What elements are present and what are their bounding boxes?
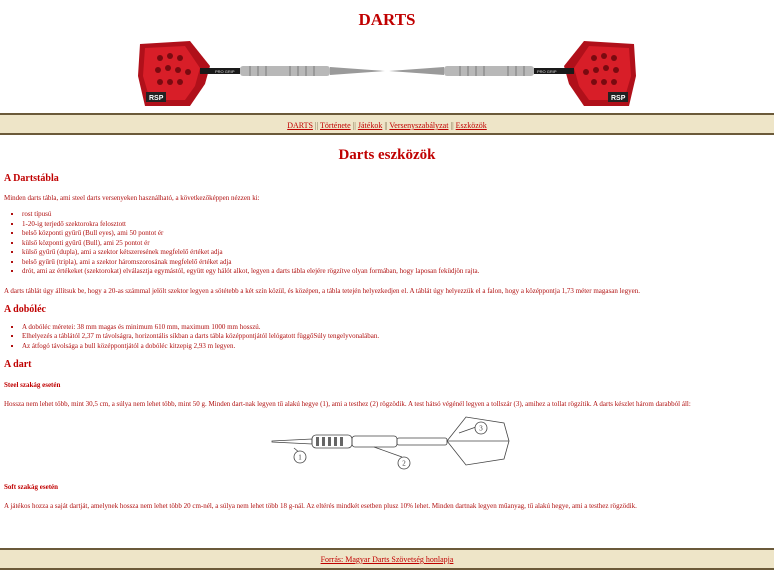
nav-separator: || <box>314 121 319 130</box>
diagram-label-barrel: 2 <box>402 460 406 468</box>
list-item: rost típusú <box>22 210 770 220</box>
site-title: DARTS <box>358 10 416 29</box>
list-item: 1-20-ig terjedő szektorokra felosztott <box>22 220 770 230</box>
left-shaft-brand: PRO GRIP <box>215 69 235 74</box>
oche-heading: A dobóléc <box>4 303 46 315</box>
diagram-label-shaft: 3 <box>479 425 483 433</box>
list-item: belső gyűrű (tripla), ami a szektor háro… <box>22 258 770 268</box>
steel-heading: Steel szakág esetén <box>4 381 61 389</box>
nav-link-darts[interactable]: DARTS <box>287 121 313 130</box>
list-item: külső gyűrű (dupla), ami a szektor kétsz… <box>22 248 770 258</box>
main-nav: DARTS || Története || Játékok || Verseny… <box>0 113 774 135</box>
list-item: belső központi gyűrű (Bull eyes), ami 50… <box>22 229 770 239</box>
footer-source-link[interactable]: Forrás: Magyar Darts Szövetség honlapja <box>321 555 454 564</box>
right-shaft-brand: PRO GRIP <box>537 69 557 74</box>
nav-link-tortenete[interactable]: Története <box>320 121 351 130</box>
board-heading: A Dartstábla <box>4 173 59 184</box>
soft-text: A játékos hozza a saját dartját, amelyne… <box>4 502 637 510</box>
main-content: Darts eszközök A Dartstábla Minden darts… <box>4 145 770 511</box>
list-item: Elhelyezés a táblától 2,37 m távolságra,… <box>22 332 770 342</box>
list-item: drót, ami az értékeket (szektorokat) elv… <box>22 267 770 277</box>
right-dart: RSP PRO GRIP <box>389 41 636 106</box>
nav-link-jatekok[interactable]: Játékok <box>358 121 382 130</box>
dart-heading: A dart <box>4 359 32 370</box>
darts-banner-image: RSP PRO GRIP RSP PRO GRIP <box>138 41 636 106</box>
list-item: Az átfogó távolsága a bull középpontjátó… <box>22 342 770 352</box>
banner: RSP PRO GRIP RSP PRO GRIP <box>0 36 774 114</box>
right-flight-logo: RSP <box>611 95 626 102</box>
nav-separator: || <box>384 121 388 130</box>
nav-separator: || <box>352 121 356 130</box>
page-heading: Darts eszközök <box>338 147 436 163</box>
footer: Forrás: Magyar Darts Szövetség honlapja <box>0 548 774 570</box>
left-flight-logo: RSP <box>149 95 164 102</box>
steel-text: Hossza nem lehet több, mint 30,5 cm, a s… <box>4 400 691 408</box>
left-dart: RSP PRO GRIP <box>138 41 385 106</box>
dart-diagram: 1 2 3 <box>271 416 510 470</box>
board-note: A darts táblát úgy állítsuk be, hogy a 2… <box>4 286 641 295</box>
nav-separator: || <box>450 121 454 130</box>
nav-link-versenyszabalyzat[interactable]: Versenyszabályzat <box>389 121 448 130</box>
board-intro: Minden darts tábla, ami steel darts vers… <box>4 194 260 202</box>
soft-heading: Soft szakág esetén <box>4 483 59 491</box>
board-list: rost típusú 1-20-ig terjedő szektorokra … <box>4 210 770 277</box>
list-item: A dobóléc méretei: 38 mm magas és minimu… <box>22 323 770 333</box>
list-item: külső központi gyűrű (Bull), ami 25 pont… <box>22 239 770 249</box>
oche-list: A dobóléc méretei: 38 mm magas és minimu… <box>4 323 770 352</box>
nav-link-eszkozok[interactable]: Eszközök <box>456 121 487 130</box>
diagram-label-tip: 1 <box>298 454 302 462</box>
